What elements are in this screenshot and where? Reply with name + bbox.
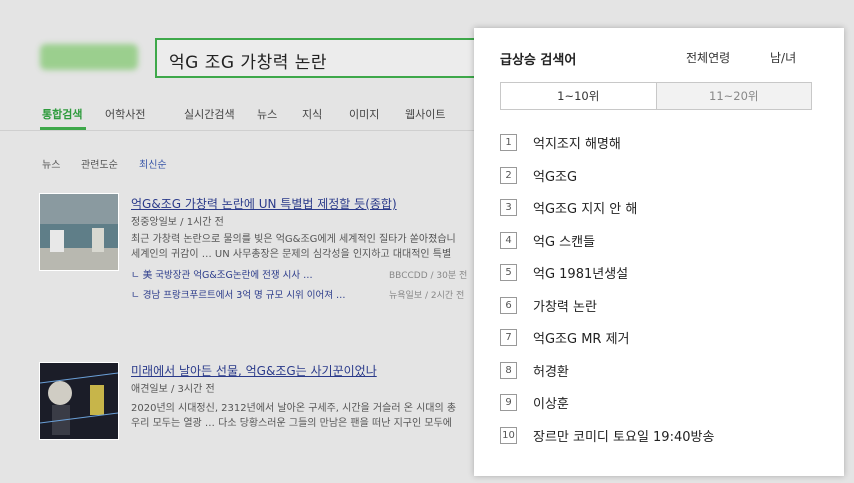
rank-keyword[interactable]: 장르만 코미디 토요일 19:40방송 — [533, 426, 714, 445]
tab-websites[interactable]: 웹사이트 — [405, 106, 445, 122]
news-thumbnail[interactable] — [39, 193, 119, 271]
list-item[interactable]: 9 이상훈 — [500, 394, 820, 416]
rank-number: 9 — [500, 394, 517, 411]
rank-number: 5 — [500, 264, 517, 281]
rank-number: 2 — [500, 166, 517, 184]
rank-keyword[interactable]: 억지조지 해명해 — [533, 133, 621, 152]
news-photo — [40, 363, 118, 439]
search-query-text: 억G 조G 가창력 논란 — [169, 53, 328, 73]
sort-latest[interactable]: 최신순 — [139, 156, 167, 171]
trending-keywords-popup: 급상승 검색어 전체연령 남/녀 1~10위 11~20위 1 억지조지 해명해… — [474, 28, 844, 476]
rank-number: 6 — [500, 296, 517, 314]
related-news-link[interactable]: ㄴ 경남 프랑크푸르트에서 3억 명 규모 시위 이어져 … — [131, 287, 346, 301]
list-item[interactable]: 4 억G 스캔들 — [500, 231, 820, 254]
list-item[interactable]: 1 억지조지 해명해 — [500, 134, 820, 156]
tab-rank-11-20[interactable]: 11~20위 — [655, 83, 811, 109]
rank-keyword[interactable]: 이상훈 — [533, 393, 569, 412]
related-news-link[interactable]: ㄴ 美 국방장관 억G&조G논란에 전쟁 시사 … — [131, 267, 313, 281]
news-title[interactable]: 억G&조G 가창력 논란에 UN 특별법 제정할 듯(종합) — [131, 195, 397, 212]
filter-news-label: 뉴스 — [42, 160, 61, 171]
tab-dictionary[interactable]: 어학사전 — [105, 106, 145, 122]
news-snippet-line: 세계인의 귀감이 … UN 사무총장은 문제의 심각성을 인지하고 대대적인 특… — [131, 249, 452, 260]
news-source: 애견일보 / 3시간 전 — [131, 384, 215, 395]
related-news-source: 뉴욕일보 / 2시간 전 — [389, 291, 465, 301]
rank-number: 8 — [500, 361, 517, 379]
tab-rank-1-10[interactable]: 1~10위 — [501, 83, 656, 109]
search-input[interactable]: 억G 조G 가창력 논란 — [155, 38, 485, 78]
search-tabs: 통합검색 어학사전 실시간검색 뉴스 지식 이미지 웹사이트 — [0, 98, 480, 131]
news-thumbnail[interactable] — [39, 362, 119, 440]
news-snippet-line: 우리 모두는 열광 … 다소 당황스러운 그들의 만남은 팬을 떠난 지구인 모… — [131, 418, 452, 429]
sort-relevance[interactable]: 관련도순 — [81, 156, 118, 171]
age-filter[interactable]: 전체연령 — [686, 49, 730, 66]
list-item[interactable]: 8 허경환 — [500, 361, 820, 384]
rank-keyword[interactable]: 억G조G 지지 안 해 — [533, 198, 637, 217]
list-item[interactable]: 2 억G조G — [500, 166, 820, 189]
rank-number: 4 — [500, 231, 517, 249]
rank-number: 10 — [500, 426, 517, 444]
active-tab-indicator — [40, 127, 86, 130]
site-logo[interactable] — [40, 44, 138, 70]
tab-integrated[interactable]: 통합검색 — [42, 106, 82, 122]
list-item[interactable]: 5 억G 1981년생설 — [500, 264, 820, 286]
tab-realtime[interactable]: 실시간검색 — [184, 106, 235, 122]
news-snippet-line: 2020년의 시대정신, 2312년에서 날아온 구세주, 시간을 거슬러 온 … — [131, 403, 457, 414]
rank-keyword[interactable]: 억G조G MR 제거 — [533, 328, 630, 347]
tab-knowledge[interactable]: 지식 — [302, 106, 322, 122]
gender-filter[interactable]: 남/녀 — [770, 49, 796, 66]
rank-keyword[interactable]: 억G조G — [533, 166, 577, 185]
news-photo — [40, 194, 118, 270]
rank-keyword[interactable]: 억G 1981년생설 — [533, 263, 628, 282]
rank-number: 1 — [500, 134, 517, 151]
news-source: 정중앙일보 / 1시간 전 — [131, 217, 224, 228]
list-item[interactable]: 6 가창력 논란 — [500, 296, 820, 319]
list-item[interactable]: 10 장르만 코미디 토요일 19:40방송 — [500, 426, 820, 449]
rank-number: 3 — [500, 199, 517, 216]
rank-range-tabs: 1~10위 11~20위 — [500, 82, 812, 110]
popup-title: 급상승 검색어 — [500, 53, 577, 68]
related-news-source: BBCCDD / 30분 전 — [389, 271, 468, 281]
tab-images[interactable]: 이미지 — [349, 106, 379, 122]
tab-news[interactable]: 뉴스 — [257, 106, 277, 122]
list-item[interactable]: 7 억G조G MR 제거 — [500, 329, 820, 351]
news-snippet-line: 최근 가창력 논란으로 물의를 빚은 억G&조G에게 세계적인 질타가 쏟아졌습… — [131, 234, 456, 245]
news-title[interactable]: 미래에서 날아든 선물, 억G&조G는 사기꾼이었나 — [131, 362, 377, 379]
rank-keyword[interactable]: 억G 스캔들 — [533, 231, 595, 250]
rank-keyword[interactable]: 가창력 논란 — [533, 296, 597, 315]
rank-number: 7 — [500, 329, 517, 346]
rank-keyword[interactable]: 허경환 — [533, 361, 569, 380]
list-item[interactable]: 3 억G조G 지지 안 해 — [500, 199, 820, 221]
